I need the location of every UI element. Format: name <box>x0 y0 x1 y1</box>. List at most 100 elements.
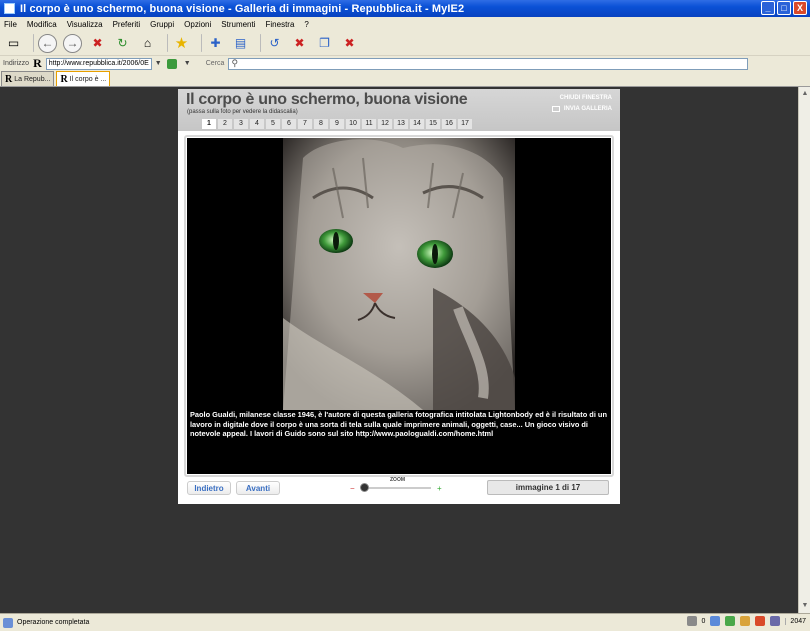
page-link[interactable]: 16 <box>442 119 456 129</box>
send-gallery-label: INVIA GALLERIA <box>563 106 612 112</box>
toolbar-divider <box>167 34 168 52</box>
page-link[interactable]: 3 <box>234 119 248 129</box>
tab-strip: R La Repub... R Il corpo è ... <box>0 71 810 87</box>
menu-strumenti[interactable]: Strumenti <box>221 20 255 29</box>
page-link[interactable]: 6 <box>282 119 296 129</box>
send-gallery-link[interactable]: INVIA GALLERIA <box>551 106 612 112</box>
page-link[interactable]: 12 <box>378 119 392 129</box>
browser-app-icon <box>4 3 15 14</box>
cat-body-art-illustration <box>283 138 515 410</box>
page-link[interactable]: 11 <box>362 119 376 129</box>
window-icon[interactable]: ▤ <box>231 34 250 53</box>
zoom-out-icon[interactable]: − <box>350 484 355 493</box>
close-tab-icon[interactable]: ✖ <box>290 34 309 53</box>
go-dropdown-icon[interactable]: ▼ <box>184 60 192 67</box>
search-icon: ⚲ <box>231 57 239 68</box>
page-link[interactable]: 13 <box>394 119 408 129</box>
forward-arrow-icon[interactable]: → <box>63 33 82 53</box>
page-link[interactable]: 10 <box>346 119 360 129</box>
tab-favicon-icon: R <box>60 73 68 85</box>
page-content: Il corpo è uno schermo, buona visione (p… <box>0 87 798 613</box>
envelope-icon <box>551 106 560 112</box>
menu-file[interactable]: File <box>4 20 17 29</box>
menu-modifica[interactable]: Modifica <box>27 20 57 29</box>
menu-help[interactable]: ? <box>304 20 308 29</box>
search-label: Cerca <box>205 60 225 67</box>
tab-label: La Repub... <box>14 75 51 83</box>
closed-count: 0 <box>701 617 706 625</box>
photo-frame: Paolo Gualdi, milanese classe 1946, è l'… <box>184 135 614 477</box>
groups-icon[interactable]: ✚ <box>206 34 225 53</box>
menu-finestra[interactable]: Finestra <box>266 20 295 29</box>
site-favicon-icon: R <box>33 56 42 70</box>
toolbar-divider <box>33 34 34 52</box>
status-bar: Operazione completata 0 2047 <box>0 613 810 631</box>
search-input[interactable]: ⚲ <box>228 57 749 70</box>
security-icon[interactable] <box>755 616 766 626</box>
back-button[interactable]: Indietro <box>187 481 231 495</box>
minimize-button[interactable]: _ <box>761 1 775 15</box>
photo-caption: Paolo Gualdi, milanese classe 1946, è l'… <box>190 410 607 438</box>
page-link[interactable]: 7 <box>298 119 312 129</box>
toolbar-divider <box>260 34 261 52</box>
menu-preferiti[interactable]: Preferiti <box>113 20 141 29</box>
memory-size: 2047 <box>785 617 806 625</box>
menu-opzioni[interactable]: Opzioni <box>184 20 211 29</box>
page-link[interactable]: 9 <box>330 119 344 129</box>
page-link[interactable]: 4 <box>250 119 264 129</box>
menu-gruppi[interactable]: Gruppi <box>150 20 174 29</box>
page-status-icon <box>3 617 13 628</box>
image-gallery: Il corpo è uno schermo, buona visione (p… <box>178 89 620 504</box>
zoom-slider[interactable] <box>363 487 431 489</box>
vertical-scrollbar[interactable]: ▲ ▼ <box>798 87 810 613</box>
close-window-link[interactable]: CHIUDI FINESTRA <box>560 95 612 101</box>
close-all-icon[interactable]: ✖ <box>340 34 359 53</box>
gallery-title: Il corpo è uno schermo, buona visione <box>186 91 468 108</box>
tab-gallery[interactable]: R Il corpo è ... <box>56 71 111 86</box>
address-bar: Indirizzo R http://www.repubblica.it/200… <box>0 56 810 71</box>
zoom-label: ZOOM <box>390 477 405 483</box>
forward-button[interactable]: Avanti <box>236 481 280 495</box>
back-arrow-icon[interactable]: ← <box>38 33 57 53</box>
tab-repubblica[interactable]: R La Repub... <box>1 71 55 86</box>
image-icon[interactable] <box>770 616 781 626</box>
stop-icon[interactable]: ✖ <box>88 34 107 53</box>
page-link[interactable]: 5 <box>266 119 280 129</box>
toolbar-divider <box>201 34 202 52</box>
page-link[interactable]: 14 <box>410 119 424 129</box>
zoom-in-icon[interactable]: + <box>437 484 442 493</box>
restore-icon[interactable]: ❐ <box>315 34 334 53</box>
home-icon[interactable]: ⌂ <box>138 34 157 53</box>
close-window-button[interactable]: X <box>793 1 807 15</box>
scroll-down-icon[interactable]: ▼ <box>800 601 810 611</box>
script-icon[interactable] <box>725 616 736 626</box>
favorites-star-icon[interactable]: ★ <box>172 34 191 53</box>
tab-label: Il corpo è ... <box>69 75 107 83</box>
url-dropdown-icon[interactable]: ▼ <box>155 60 163 67</box>
maximize-button[interactable]: □ <box>777 1 791 15</box>
page-link[interactable]: 15 <box>426 119 440 129</box>
scroll-up-icon[interactable]: ▲ <box>800 89 810 99</box>
go-icon[interactable] <box>166 58 177 69</box>
image-counter: immagine 1 di 17 <box>487 480 609 495</box>
address-label: Indirizzo <box>3 60 30 67</box>
gallery-photo[interactable]: Paolo Gualdi, milanese classe 1946, è l'… <box>187 138 611 474</box>
page-link[interactable]: 17 <box>458 119 472 129</box>
menu-bar: File Modifica Visualizza Preferiti Grupp… <box>0 17 810 31</box>
status-text: Operazione completata <box>17 619 90 626</box>
zoom-slider-handle[interactable] <box>360 483 369 492</box>
url-input[interactable]: http://www.repubblica.it/2006/0E <box>45 57 152 70</box>
new-page-icon[interactable]: ▭ <box>4 34 23 53</box>
tab-favicon-icon: R <box>5 73 13 85</box>
page-link[interactable]: 1 <box>202 119 216 129</box>
undo-close-icon[interactable]: ↺ <box>265 34 284 53</box>
popup-icon[interactable] <box>740 616 751 626</box>
gallery-hint: (passa sulla foto per vedere la didascal… <box>187 109 298 115</box>
page-link[interactable]: 2 <box>218 119 232 129</box>
window-title-bar: Il corpo è uno schermo, buona visione - … <box>0 0 810 17</box>
page-link[interactable]: 8 <box>314 119 328 129</box>
network-icon[interactable] <box>710 616 721 626</box>
refresh-icon[interactable]: ↻ <box>113 34 132 53</box>
trash-icon[interactable] <box>686 616 697 626</box>
menu-visualizza[interactable]: Visualizza <box>67 20 103 29</box>
